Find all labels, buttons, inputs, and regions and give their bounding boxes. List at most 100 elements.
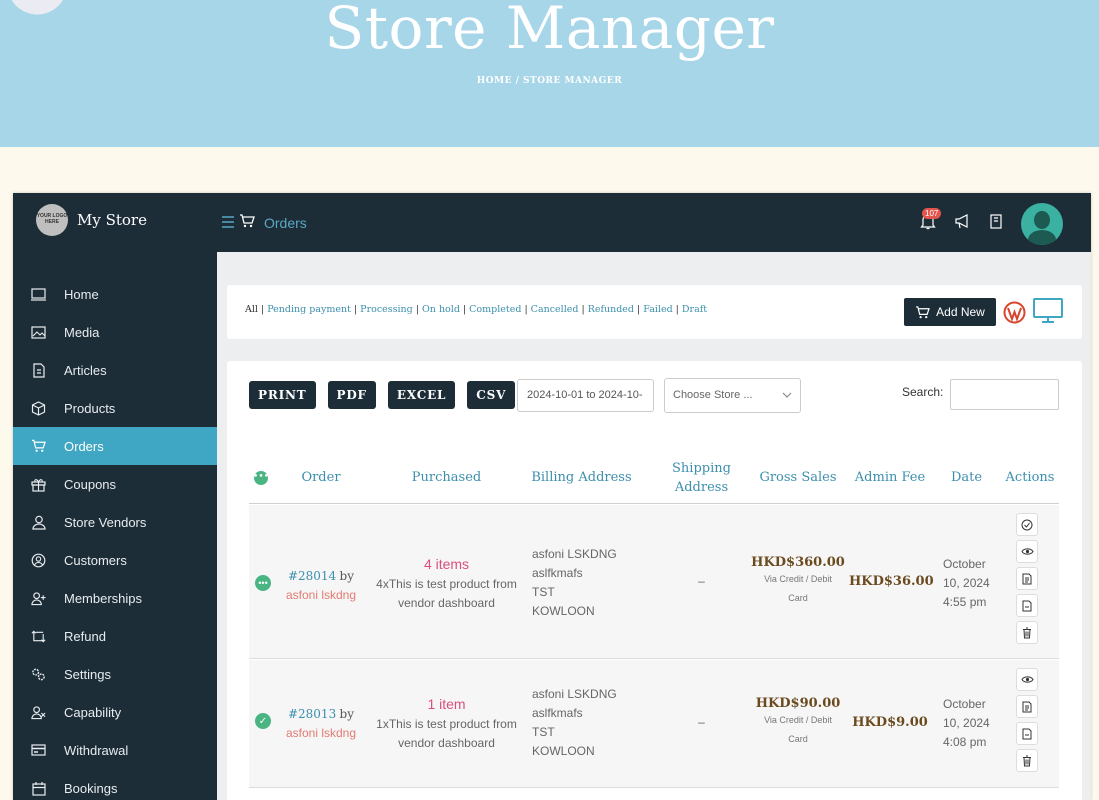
store-brand[interactable]: YOUR LOGO HERE My Store — [36, 204, 147, 236]
sidebar-item-products[interactable]: Products — [13, 389, 217, 427]
megaphone-icon[interactable] — [954, 214, 971, 234]
filter-draft[interactable]: Draft — [682, 304, 707, 315]
filter-completed[interactable]: Completed — [469, 304, 521, 315]
notebook-icon[interactable] — [989, 214, 1003, 234]
excel-button[interactable]: EXCEL — [387, 381, 456, 409]
purchased-column-header[interactable]: Purchased — [369, 451, 524, 504]
pdf-invoice-button[interactable] — [1016, 722, 1038, 745]
payment-method-line-2: Card — [788, 734, 808, 744]
admin-fee-cell: HKD$36.00 — [849, 574, 934, 589]
sidebar-item-memberships[interactable]: Memberships — [13, 579, 217, 617]
items-link[interactable]: 1 item — [427, 696, 465, 712]
shipping-address-cell: – — [698, 574, 705, 588]
invoice-icon — [1022, 573, 1032, 584]
order-number-link[interactable]: #28014 — [288, 569, 336, 583]
shipping-header-line-1: Shipping — [672, 460, 731, 476]
csv-button[interactable]: CSV — [467, 381, 516, 409]
shipping-column-header[interactable]: Shipping Address — [664, 451, 739, 504]
monitor-icon[interactable] — [1033, 298, 1063, 329]
pdf-button[interactable]: PDF — [327, 381, 376, 409]
order-cell: #28013 by asfoni lskdng — [281, 705, 361, 743]
date-line-2: 10, 2024 — [943, 716, 990, 730]
row-actions — [1016, 513, 1038, 644]
sidebar-item-coupons[interactable]: Coupons — [13, 465, 217, 503]
product-line-2: vendor dashboard — [398, 736, 495, 750]
filter-all[interactable]: All — [245, 304, 258, 315]
date-line-2: 10, 2024 — [943, 576, 990, 590]
date-range-input[interactable]: 2024-10-01 to 2024-10- — [517, 379, 654, 412]
user-x-icon — [31, 705, 46, 720]
filter-cancelled[interactable]: Cancelled — [531, 304, 579, 315]
store-name: My Store — [77, 211, 147, 229]
document-icon — [31, 362, 46, 378]
order-by-label: by — [339, 707, 355, 721]
pdf-invoice-button[interactable] — [1016, 594, 1038, 617]
sidebar-item-label: Refund — [64, 628, 106, 644]
filter-pending-payment[interactable]: Pending payment — [267, 304, 351, 315]
gross-sales-column-header[interactable]: Gross Sales — [754, 451, 842, 504]
admin-fee-column-header[interactable]: Admin Fee — [849, 451, 931, 504]
status-column-header[interactable]: ••• — [253, 451, 269, 504]
sidebar-item-orders[interactable]: Orders — [13, 427, 217, 465]
view-order-button[interactable] — [1016, 540, 1038, 563]
order-column-header[interactable]: Order — [281, 451, 361, 504]
mark-complete-button[interactable] — [1016, 513, 1038, 536]
view-order-button[interactable] — [1016, 668, 1038, 691]
sidebar-item-store-vendors[interactable]: Store Vendors — [13, 503, 217, 541]
table-row: ••• #28014 by asfoni lskdng 4 items 4xTh… — [249, 505, 1059, 659]
filter-processing[interactable]: Processing — [360, 304, 413, 315]
sidebar-item-capability[interactable]: Capability — [13, 693, 217, 731]
sidebar-item-bookings[interactable]: Bookings — [13, 769, 217, 800]
invoice-icon — [1022, 701, 1032, 712]
items-link[interactable]: 4 items — [424, 556, 469, 572]
avatar[interactable] — [1021, 203, 1063, 245]
print-button[interactable]: PRINT — [249, 381, 316, 409]
sidebar-item-withdrawal[interactable]: Withdrawal — [13, 731, 217, 769]
date-line-3: 4:08 pm — [943, 735, 987, 749]
wordpress-icon[interactable] — [1003, 301, 1026, 329]
filter-failed[interactable]: Failed — [643, 304, 672, 315]
store-logo: YOUR LOGO HERE — [36, 204, 68, 236]
sidebar-item-label: Coupons — [64, 476, 117, 492]
user-plus-icon — [31, 591, 46, 606]
search-input[interactable] — [950, 379, 1059, 410]
sidebar-item-home[interactable]: Home — [13, 275, 217, 313]
sidebar-item-customers[interactable]: Customers — [13, 541, 217, 579]
sidebar-item-label: Products — [64, 400, 116, 416]
customer-link[interactable]: asfoni lskdng — [286, 588, 356, 602]
gross-sales-cell: HKD$90.00 Via Credit / Debit Card — [749, 696, 847, 749]
product-line-1: 4xThis is test product from — [376, 577, 517, 591]
eye-icon — [1020, 548, 1034, 555]
customer-link[interactable]: asfoni lskdng — [286, 726, 356, 740]
sidebar-item-label: Customers — [64, 552, 127, 568]
page-title: Store Manager — [324, 0, 775, 62]
refund-icon — [31, 629, 46, 644]
sidebar-item-media[interactable]: Media — [13, 313, 217, 351]
sidebar-item-refund[interactable]: Refund — [13, 617, 217, 655]
billing-line-3: TST — [532, 585, 555, 599]
export-buttons: PRINT PDF EXCEL CSV — [249, 381, 516, 409]
delete-order-button[interactable] — [1016, 749, 1038, 772]
filter-on-hold[interactable]: On hold — [422, 304, 460, 315]
sidebar-item-label: Memberships — [64, 590, 143, 606]
notifications-button[interactable]: 107 — [920, 208, 942, 235]
date-cell: October 10, 2024 4:55 pm — [943, 555, 1003, 612]
store-select-value: Choose Store ... — [673, 389, 753, 401]
billing-column-header[interactable]: Billing Address — [529, 451, 634, 504]
invoice-button[interactable] — [1016, 695, 1038, 718]
date-column-header[interactable]: Date — [939, 451, 994, 504]
card-icon — [31, 743, 46, 758]
order-number-link[interactable]: #28013 — [288, 707, 336, 721]
invoice-button[interactable] — [1016, 567, 1038, 590]
menu-toggle-icon[interactable] — [221, 215, 235, 231]
filter-refunded[interactable]: Refunded — [588, 304, 634, 315]
add-new-button[interactable]: Add New — [904, 298, 996, 326]
store-select[interactable]: Choose Store ... — [664, 378, 801, 413]
delete-order-button[interactable] — [1016, 621, 1038, 644]
eye-icon — [1020, 676, 1034, 683]
add-new-label: Add New — [936, 305, 985, 319]
sidebar-item-settings[interactable]: Settings — [13, 655, 217, 693]
cart-icon — [239, 214, 255, 231]
sidebar-item-articles[interactable]: Articles — [13, 351, 217, 389]
sidebar-item-label: Withdrawal — [64, 742, 129, 758]
